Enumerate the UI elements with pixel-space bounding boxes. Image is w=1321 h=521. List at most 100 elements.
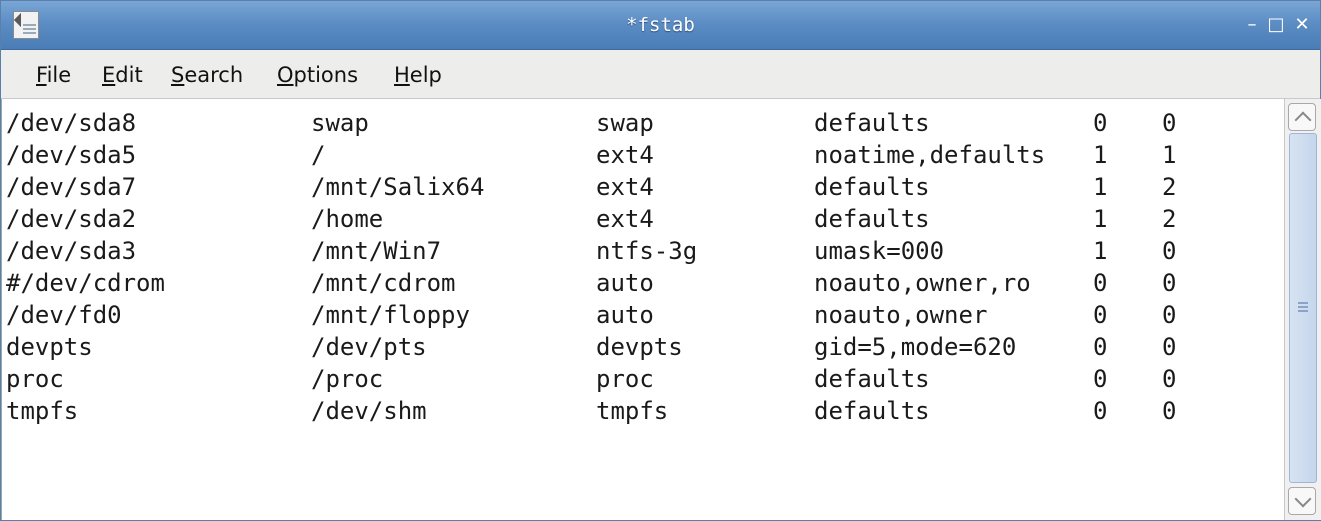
- options-cell: defaults: [814, 397, 930, 425]
- menu-file[interactable]: File: [36, 50, 71, 98]
- mount-point-cell: /mnt/floppy: [311, 301, 470, 329]
- fs-type-cell: ext4: [596, 173, 654, 201]
- window-title: *fstab: [626, 14, 695, 36]
- text-line[interactable]: /dev/sda7/mnt/Salix64 ext4 defaults 1 2: [2, 171, 1282, 203]
- options-cell: gid=5,mode=620: [814, 333, 1017, 361]
- pass-cell: 0: [1162, 333, 1177, 361]
- fs-type-cell: proc: [596, 365, 654, 393]
- menu-search[interactable]: Search: [171, 50, 243, 98]
- grip-line: [1298, 310, 1308, 312]
- device-cell: /dev/fd0: [6, 301, 122, 329]
- mount-point-cell: /dev/shm: [311, 397, 427, 425]
- options-cell: defaults: [814, 173, 930, 201]
- pass-cell: 1: [1162, 141, 1177, 169]
- dump-cell: 1: [1093, 173, 1108, 201]
- mount-point-cell: /mnt/Win7: [311, 237, 442, 265]
- menu-help-mnemonic: H: [394, 63, 410, 87]
- mount-point-cell: /mnt/Salix64: [311, 173, 485, 201]
- scroll-thumb[interactable]: [1289, 133, 1317, 483]
- editor-window: *fstab – □ ✕ File Edit Search Options He…: [0, 0, 1321, 521]
- device-cell: devpts: [6, 333, 93, 361]
- text-line[interactable]: /dev/fd0/mnt/floppy auto noauto,owner 0 0: [2, 299, 1282, 331]
- dump-cell: 0: [1093, 301, 1108, 329]
- dump-cell: 1: [1093, 205, 1108, 233]
- vertical-scrollbar[interactable]: [1284, 99, 1321, 520]
- text-line[interactable]: proc/proc proc defaults 0 0: [2, 363, 1282, 395]
- dump-cell: 0: [1093, 333, 1108, 361]
- dump-cell: 0: [1093, 109, 1108, 137]
- menu-edit[interactable]: Edit: [102, 50, 143, 98]
- fs-type-cell: auto: [596, 301, 654, 329]
- text-line[interactable]: #/dev/cdrom/mnt/cdrom auto noauto,owner,ro…: [2, 267, 1282, 299]
- menu-help[interactable]: Help: [394, 50, 442, 98]
- menu-file-rest: ile: [46, 63, 72, 87]
- mount-point-cell: swap: [311, 109, 369, 137]
- menu-options[interactable]: Options: [277, 50, 358, 98]
- device-cell: /dev/sda5: [6, 141, 137, 169]
- text-line[interactable]: /dev/sda8 swap swap defaults 0 0: [2, 107, 1282, 139]
- fs-type-cell: ext4: [596, 205, 654, 233]
- text-line[interactable]: /dev/sda3/mnt/Win7 ntfs-3g umask=000 1 0: [2, 235, 1282, 267]
- dump-cell: 1: [1093, 237, 1108, 265]
- close-button[interactable]: ✕: [1291, 14, 1313, 36]
- grip-line: [1298, 306, 1308, 308]
- text-line[interactable]: /dev/sda2/home ext4 defaults 1 2: [2, 203, 1282, 235]
- options-cell: defaults: [814, 365, 930, 393]
- pass-cell: 2: [1162, 173, 1177, 201]
- scroll-down-button[interactable]: [1288, 487, 1316, 515]
- text-line[interactable]: devpts/dev/pts devpts gid=5,mode=620 0 0: [2, 331, 1282, 363]
- device-cell: proc: [6, 365, 64, 393]
- device-cell: tmpfs: [6, 397, 79, 425]
- menu-bar: File Edit Search Options Help: [1, 50, 1320, 99]
- options-cell: defaults: [814, 205, 930, 233]
- fs-type-cell: swap: [596, 109, 654, 137]
- dump-cell: 0: [1093, 365, 1108, 393]
- pass-cell: 0: [1162, 109, 1177, 137]
- menu-edit-mnemonic: E: [102, 63, 116, 87]
- dump-cell: 1: [1093, 141, 1108, 169]
- options-cell: defaults: [814, 109, 930, 137]
- title-bar[interactable]: *fstab – □ ✕: [1, 1, 1320, 50]
- pass-cell: 0: [1162, 301, 1177, 329]
- device-cell: #/dev/cdrom: [6, 269, 165, 297]
- dump-cell: 0: [1093, 269, 1108, 297]
- minimize-button[interactable]: –: [1241, 14, 1263, 36]
- dump-cell: 0: [1093, 397, 1108, 425]
- maximize-button[interactable]: □: [1265, 14, 1287, 36]
- options-cell: noauto,owner: [814, 301, 988, 329]
- menu-options-mnemonic: O: [277, 63, 294, 87]
- menu-file-mnemonic: F: [36, 63, 47, 87]
- fs-type-cell: devpts: [596, 333, 683, 361]
- pass-cell: 0: [1162, 397, 1177, 425]
- pass-cell: 2: [1162, 205, 1177, 233]
- chevron-up-icon: [1294, 111, 1312, 129]
- menu-search-mnemonic: S: [171, 63, 185, 87]
- scroll-up-button[interactable]: [1288, 103, 1316, 131]
- menu-help-rest: elp: [409, 63, 442, 87]
- options-cell: noatime,defaults: [814, 141, 1046, 169]
- device-cell: /dev/sda3: [6, 237, 137, 265]
- mount-point-cell: /: [311, 141, 326, 169]
- fs-type-cell: ext4: [596, 141, 654, 169]
- pass-cell: 0: [1162, 237, 1177, 265]
- pass-cell: 0: [1162, 365, 1177, 393]
- mount-point-cell: /proc: [311, 365, 384, 393]
- fs-type-cell: tmpfs: [596, 397, 669, 425]
- menu-search-rest: earch: [184, 63, 244, 87]
- text-line[interactable]: tmpfs/dev/shm tmpfs defaults 0 0: [2, 395, 1282, 427]
- text-area[interactable]: /dev/sda8 swap swap defaults 0 0/dev/sda5 / ext…: [1, 99, 1287, 520]
- options-cell: noauto,owner,ro: [814, 269, 1031, 297]
- fs-type-cell: ntfs-3g: [596, 237, 698, 265]
- chevron-down-icon: [1294, 490, 1312, 508]
- mount-point-cell: /dev/pts: [311, 333, 427, 361]
- text-line[interactable]: /dev/sda5 / ext4 noatime,defaults 1 1: [2, 139, 1282, 171]
- options-cell: umask=000: [814, 237, 945, 265]
- mount-point-cell: /mnt/cdrom: [311, 269, 456, 297]
- device-cell: /dev/sda7: [6, 173, 137, 201]
- device-cell: /dev/sda8: [6, 109, 137, 137]
- pass-cell: 0: [1162, 269, 1177, 297]
- menu-options-rest: ptions: [293, 63, 359, 87]
- fs-type-cell: auto: [596, 269, 654, 297]
- menu-edit-rest: dit: [115, 63, 143, 87]
- mount-point-cell: /home: [311, 205, 384, 233]
